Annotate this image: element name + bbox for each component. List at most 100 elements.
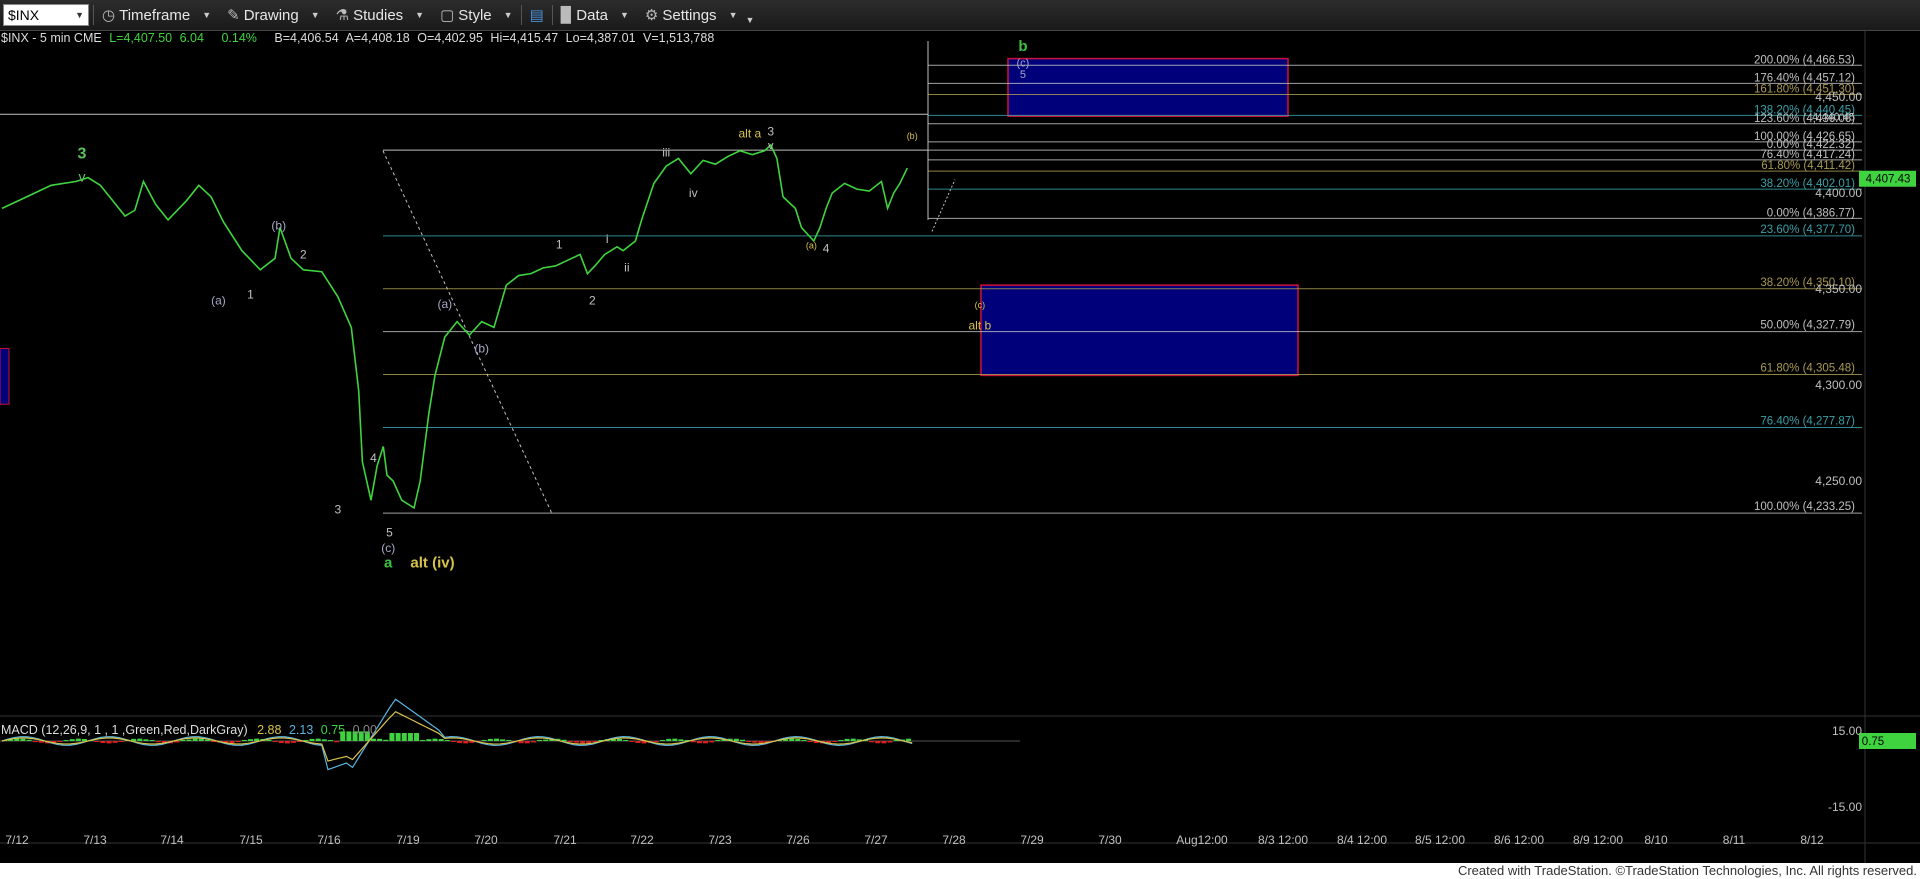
- flask-icon: ⚗: [335, 7, 350, 24]
- date-tick-label: 7/26: [786, 833, 810, 847]
- date-tick-label: 8/9 12:00: [1573, 833, 1623, 847]
- macd-histogram-bar: [57, 741, 63, 743]
- layout-icon: ▤: [529, 7, 544, 24]
- price-chart[interactable]: 200.00% (4,466.53)176.40% (4,457.12)161.…: [0, 31, 1920, 863]
- chevron-down-icon: ▼: [310, 10, 320, 20]
- wave-label: alt a: [738, 126, 761, 140]
- macd-histogram-bar: [869, 741, 875, 743]
- fib-label: 76.40% (4,277.87): [1760, 415, 1855, 427]
- wave-label: (a): [437, 297, 452, 311]
- current-price-label: 4,407.43: [1866, 174, 1911, 186]
- wave-label: alt b: [969, 318, 992, 332]
- macd-histogram-bar: [420, 740, 426, 741]
- macd-histogram-bar: [278, 741, 284, 743]
- macd-histogram-bar: [580, 741, 586, 744]
- date-tick-label: 8/6 12:00: [1494, 833, 1544, 847]
- macd-histogram-bar: [740, 739, 745, 741]
- chart-area[interactable]: 200.00% (4,466.53) 176.40% (4,457.12) 161.…: [0, 31, 1920, 863]
- info-change-pct: 0.14%: [221, 31, 257, 45]
- date-tick-label: 7/21: [553, 833, 577, 847]
- macd-histogram-bar: [457, 741, 463, 743]
- macd-histogram-bar: [524, 741, 530, 744]
- date-tick-label: 7/13: [83, 833, 107, 847]
- macd-histogram-bar: [235, 741, 241, 743]
- chevron-down-icon: ▼: [619, 10, 629, 20]
- macd-histogram-bar: [32, 741, 38, 742]
- macd-histogram-bar: [186, 739, 192, 741]
- macd-histogram-bar: [733, 738, 739, 741]
- macd-histogram-bar: [887, 741, 893, 743]
- macd-histogram-bar: [291, 741, 297, 743]
- style-icon: ▢: [440, 7, 455, 24]
- macd-value-1: 2.88: [257, 723, 282, 737]
- style-label: Style: [458, 6, 492, 24]
- macd-histogram-bar: [192, 738, 198, 741]
- macd-histogram-bar: [266, 740, 272, 741]
- macd-value-3: 0.75: [320, 723, 346, 737]
- macd-axis-bottom: -15.00: [1828, 800, 1862, 814]
- style-button[interactable]: ▢ Style ▼: [432, 0, 520, 30]
- macd-histogram-bar: [617, 739, 622, 741]
- wave-label: 4: [823, 242, 830, 256]
- macd-histogram-bar: [444, 740, 450, 741]
- macd-histogram-bar: [660, 739, 666, 741]
- layout-button[interactable]: ▤: [522, 0, 552, 30]
- wave-label: (b): [907, 131, 918, 141]
- macd-histogram-bar: [407, 733, 413, 741]
- macd-histogram-bar: [69, 739, 75, 741]
- chevron-down-icon: ▼: [728, 10, 738, 20]
- macd-histogram-bar: [487, 738, 493, 741]
- macd-histogram-bar: [537, 740, 543, 741]
- macd-histogram-bar: [844, 738, 850, 741]
- macd-histogram-bar: [20, 738, 26, 741]
- wave-label: 5: [1020, 69, 1026, 81]
- date-tick-label: 7/16: [317, 833, 341, 847]
- studies-label: Studies: [353, 6, 404, 24]
- studies-button[interactable]: ⚗ Studies ▼: [328, 0, 432, 30]
- info-change: 6.04: [179, 31, 204, 45]
- info-ask: A=4,408.18: [345, 31, 410, 45]
- timeframe-button[interactable]: ◷ Timeframe ▼: [94, 0, 219, 30]
- wave-label: (b): [474, 341, 489, 355]
- wave-label: 3: [77, 145, 86, 162]
- macd-current-label: 0.75: [1862, 736, 1884, 748]
- data-button[interactable]: ▉ Data ▼: [553, 0, 637, 30]
- wave-label: i: [606, 232, 609, 246]
- price-tick-label: 4,400.00: [1815, 186, 1862, 200]
- fib-label: 50.00% (4,327.79): [1760, 320, 1855, 332]
- date-tick-label: 8/12: [1800, 833, 1824, 847]
- drawing-button[interactable]: ✎ Drawing ▼: [219, 0, 328, 30]
- macd-histogram-bar: [100, 741, 106, 743]
- macd-histogram-bar: [149, 740, 155, 741]
- macd-histogram-bar: [371, 738, 376, 741]
- symbol-input[interactable]: $INX ▼: [3, 4, 89, 26]
- price-tick-label: 4,450.00: [1815, 90, 1862, 104]
- macd-histogram-bar: [690, 741, 696, 743]
- date-tick-label: 7/27: [864, 833, 888, 847]
- macd-histogram-bar: [703, 741, 709, 744]
- macd-histogram-bar: [155, 741, 161, 743]
- macd-histogram-bar: [38, 741, 44, 743]
- wave-label: (c): [1016, 57, 1029, 69]
- overflow-icon[interactable]: ▼: [745, 15, 754, 25]
- macd-histogram-bar: [875, 741, 881, 744]
- chevron-down-icon: ▼: [202, 10, 212, 20]
- macd-histogram-bar: [229, 741, 235, 744]
- macd-histogram-bar: [334, 741, 340, 743]
- gear-icon: ⚙: [644, 7, 659, 24]
- macd-histogram-bar: [272, 741, 278, 742]
- macd-histogram-bar: [906, 738, 912, 741]
- wave-label: ii: [624, 261, 629, 275]
- macd-histogram-bar: [506, 740, 512, 741]
- info-high: Hi=4,415.47: [490, 31, 559, 45]
- macd-histogram-bar: [137, 738, 143, 741]
- date-tick-label: 7/14: [160, 833, 184, 847]
- macd-value-2: 2.13: [288, 723, 314, 737]
- macd-label: MACD (12,26,9, 1 , 1 ,Green,Red,DarkGray…: [1, 723, 248, 737]
- target-box-b: [1007, 57, 1289, 117]
- clock-icon: ◷: [102, 7, 116, 24]
- macd-histogram-bar: [106, 741, 112, 744]
- price-line: [1, 143, 909, 510]
- settings-button[interactable]: ⚙ Settings ▼: [637, 0, 746, 30]
- date-tick-label: 7/15: [239, 833, 263, 847]
